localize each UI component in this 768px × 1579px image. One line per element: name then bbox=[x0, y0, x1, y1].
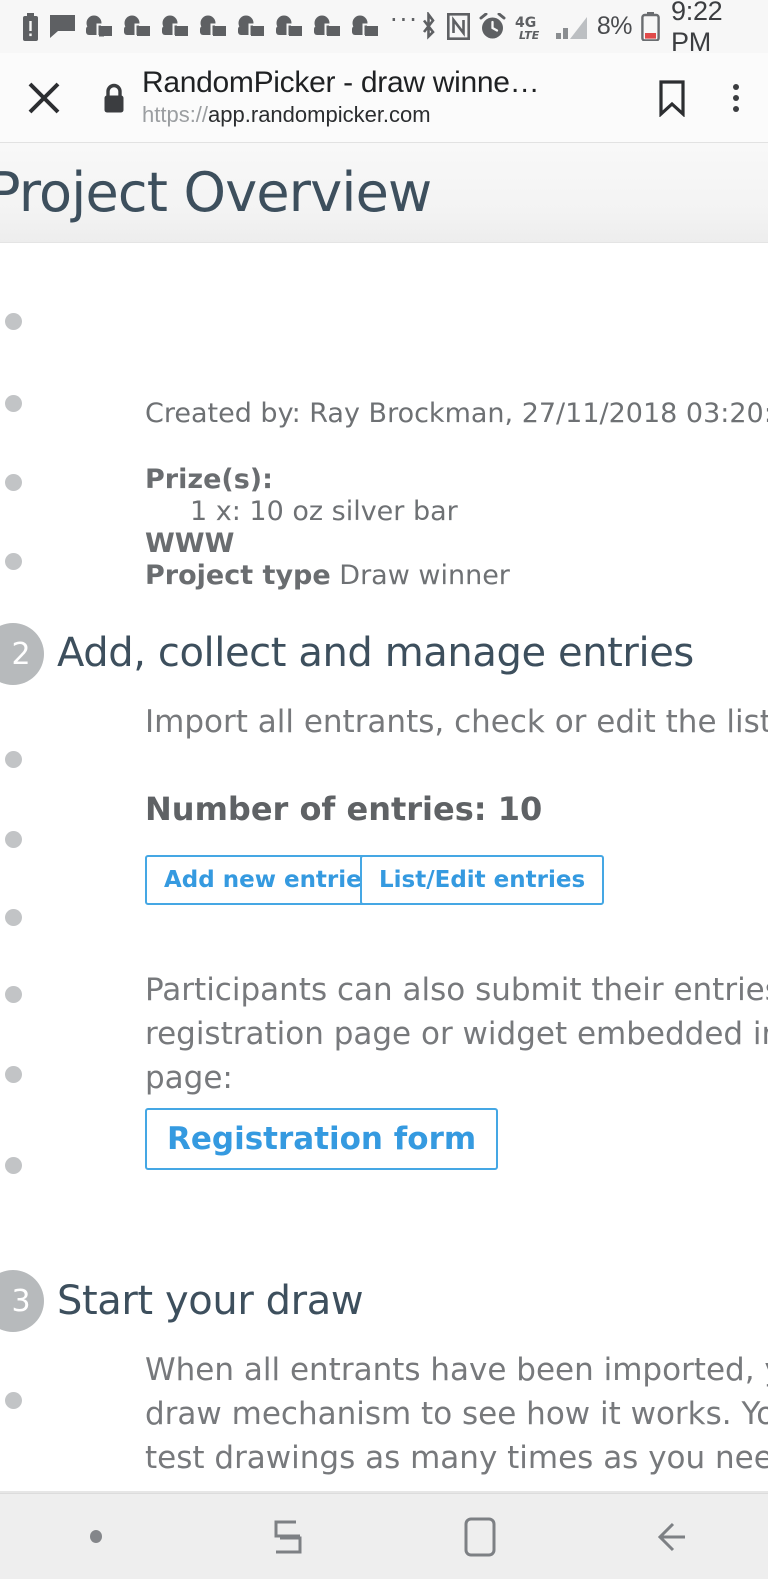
4g-lte-icon: 4G LTE bbox=[515, 13, 545, 41]
entries-count-label: Number of entries: 10 bbox=[145, 790, 543, 828]
add-new-entries-button[interactable]: Add new entries bbox=[145, 855, 395, 905]
chat-profile-icon bbox=[86, 15, 113, 38]
created-by-label: Created by: Ray Brockman, 27/11/2018 03:… bbox=[145, 398, 768, 429]
home-button[interactable] bbox=[384, 1515, 576, 1559]
section-badge-2: 2 bbox=[0, 623, 44, 685]
list-bullet bbox=[5, 474, 22, 491]
site-security-indicator[interactable] bbox=[88, 82, 140, 114]
chat-profile-icon bbox=[276, 15, 303, 38]
list-bullet bbox=[5, 1157, 22, 1174]
address-bar[interactable]: RandomPicker - draw winne… https://app.r… bbox=[140, 66, 640, 129]
recents-button[interactable] bbox=[192, 1516, 384, 1558]
paragraph-line: page: bbox=[145, 1060, 233, 1096]
prize-item-label: 1 x: 10 oz silver bar bbox=[190, 496, 458, 527]
list-edit-entries-button[interactable]: List/Edit entries bbox=[360, 855, 605, 905]
url-host: app.randompicker.com bbox=[208, 102, 431, 127]
home-icon bbox=[464, 1517, 496, 1556]
overflow-menu-icon bbox=[733, 94, 739, 101]
status-bar-notification-icons: ··· bbox=[22, 5, 419, 41]
nav-indicator-dot[interactable] bbox=[0, 1530, 192, 1543]
registration-form-button[interactable]: Registration form bbox=[145, 1108, 499, 1170]
list-bullet bbox=[5, 553, 22, 570]
paragraph-line: draw mechanism to see how it works. Yo bbox=[145, 1396, 768, 1432]
list-bullet bbox=[5, 909, 22, 926]
list-bullet bbox=[5, 1392, 22, 1409]
android-navigation-bar bbox=[0, 1493, 768, 1579]
page-title: Project Overview bbox=[0, 161, 432, 224]
close-icon bbox=[28, 82, 60, 113]
page-title-label: RandomPicker - draw winne… bbox=[142, 66, 540, 99]
battery-alert-icon bbox=[22, 12, 39, 41]
paragraph-line: When all entrants have been imported, y bbox=[145, 1352, 768, 1388]
chat-profile-icon bbox=[238, 15, 265, 38]
chat-profile-icon bbox=[124, 15, 151, 38]
battery-icon bbox=[641, 12, 660, 41]
close-tab-button[interactable] bbox=[0, 77, 88, 119]
overflow-menu-icon bbox=[733, 83, 739, 90]
phone-screen: ··· 4G LTE 8% 9:22 PM RandomPicker - dra… bbox=[0, 0, 768, 1579]
notification-overflow-icon: ··· bbox=[390, 5, 419, 34]
android-status-bar: ··· 4G LTE 8% 9:22 PM bbox=[0, 0, 768, 57]
clock-label: 9:22 PM bbox=[671, 0, 723, 57]
bookmark-icon bbox=[659, 79, 685, 117]
url-label: https://app.randompicker.com bbox=[142, 101, 634, 129]
bluetooth-icon bbox=[419, 12, 438, 41]
list-bullet bbox=[5, 1066, 22, 1083]
project-type-row: Project type Draw winner bbox=[145, 560, 510, 591]
alarm-icon bbox=[479, 13, 506, 40]
chat-profile-icon bbox=[162, 15, 189, 38]
browser-toolbar: RandomPicker - draw winne… https://app.r… bbox=[0, 53, 768, 143]
project-type-label: Project type bbox=[145, 560, 331, 591]
chat-profile-icon bbox=[200, 15, 227, 38]
page-header: Project Overview bbox=[0, 143, 768, 243]
paragraph-line: registration page or widget embedded in bbox=[145, 1016, 768, 1052]
url-scheme: https:// bbox=[142, 102, 209, 127]
list-bullet bbox=[5, 751, 22, 768]
message-icon bbox=[50, 15, 75, 38]
back-button[interactable] bbox=[576, 1516, 768, 1558]
recents-icon bbox=[274, 1520, 302, 1553]
overflow-menu-icon bbox=[733, 105, 739, 112]
www-label: WWW bbox=[145, 528, 235, 559]
section-title-2: Add, collect and manage entries bbox=[57, 630, 694, 676]
page-content: Created by: Ray Brockman, 27/11/2018 03:… bbox=[0, 244, 768, 1494]
list-bullet bbox=[5, 395, 22, 412]
prizes-label: Prize(s): bbox=[145, 464, 273, 495]
section-2-paragraph: Participants can also submit their entri… bbox=[145, 968, 768, 1100]
nav-dot-icon bbox=[90, 1530, 102, 1543]
chat-profile-icon bbox=[314, 15, 341, 38]
project-type-value: Draw winner bbox=[339, 560, 510, 591]
svg-text:LTE: LTE bbox=[519, 29, 540, 41]
list-bullet bbox=[5, 986, 22, 1003]
back-icon bbox=[657, 1522, 685, 1551]
lock-icon bbox=[104, 83, 124, 112]
battery-percent-label: 8% bbox=[596, 12, 633, 40]
list-bullet bbox=[5, 831, 22, 848]
signal-icon bbox=[554, 13, 588, 40]
section-3-paragraph: When all entrants have been imported, y … bbox=[145, 1348, 768, 1480]
section-title-3: Start your draw bbox=[57, 1278, 364, 1324]
nfc-icon bbox=[446, 13, 470, 40]
chat-profile-icon bbox=[352, 15, 379, 38]
paragraph-line: Participants can also submit their entri… bbox=[145, 972, 768, 1008]
section-badge-3: 3 bbox=[0, 1270, 44, 1332]
paragraph-line: test drawings as many times as you need bbox=[145, 1440, 768, 1476]
list-bullet bbox=[5, 313, 22, 330]
bookmark-button[interactable] bbox=[640, 79, 704, 117]
browser-menu-button[interactable] bbox=[704, 83, 768, 112]
section-2-description: Import all entrants, check or edit the l… bbox=[145, 704, 768, 740]
status-bar-system-icons: 4G LTE 8% 9:22 PM bbox=[419, 0, 752, 58]
